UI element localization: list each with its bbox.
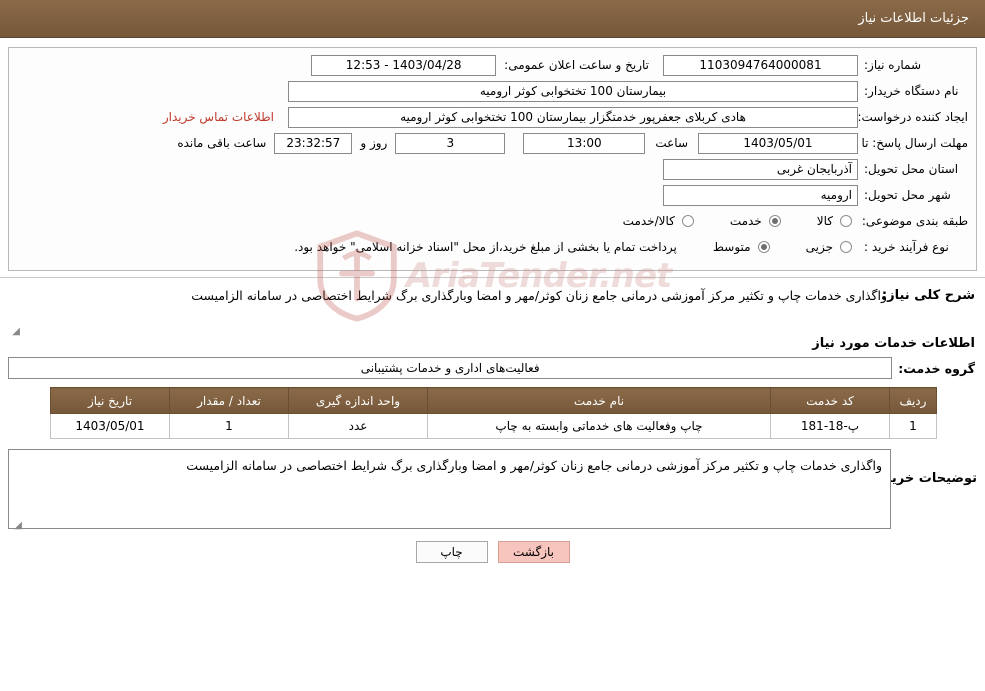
divider-1 (0, 277, 985, 278)
buyer-notes-block: توضیحات خریدار: واگذاری خدمات چاپ و تکثی… (8, 449, 977, 531)
col-header-unit: واحد اندازه گیری (288, 387, 428, 414)
creator-label: ایجاد کننده درخواست: (857, 110, 968, 124)
purchase-type-option-medium-label: متوسط (712, 240, 751, 254)
action-buttons: بازگشت چاپ (0, 541, 985, 563)
row-buyer-org: نام دستگاه خریدار: بیمارستان 100 تختخواب… (17, 80, 968, 102)
table-header-row: ردیف کد خدمت نام خدمت واحد اندازه گیری ت… (50, 387, 937, 414)
hour-label: ساعت (655, 136, 688, 150)
category-option-goods-label: کالا (816, 214, 833, 228)
general-description-text: واگذاری خدمات چاپ و تکثیر مرکز آموزشی در… (8, 286, 891, 337)
radio-icon-service[interactable] (768, 215, 781, 227)
radio-icon-goods[interactable] (840, 215, 852, 227)
cell-row: 1 (889, 413, 937, 439)
services-section-title: اطلاعات خدمات مورد نیاز (812, 336, 975, 351)
radio-icon-goods-service[interactable] (681, 215, 694, 227)
buyer-notes-text: واگذاری خدمات چاپ و تکثیر مرکز آموزشی در… (186, 458, 882, 473)
print-button[interactable]: چاپ (415, 541, 488, 563)
col-header-date: تاریخ نیاز (50, 387, 170, 414)
col-header-row: ردیف (889, 387, 937, 414)
row-category: طبقه بندی موضوعی: کالا خدمت کالا/خدمت (17, 210, 968, 232)
cell-unit: عدد (288, 413, 428, 439)
general-description-value: واگذاری خدمات چاپ و تکثیر مرکز آموزشی در… (191, 288, 887, 303)
resize-grip-icon[interactable]: ◢ (10, 322, 20, 337)
remaining-time-label: ساعت باقی مانده (177, 136, 267, 150)
purchase-type-label: نوع فرآیند خرید : (864, 240, 949, 254)
col-header-qty: تعداد / مقدار (169, 387, 289, 414)
city-label: شهر محل تحویل: (864, 188, 951, 202)
category-radio-service[interactable]: خدمت (720, 214, 781, 228)
general-description-block: شرح کلی نیاز: واگذاری خدمات چاپ و تکثیر … (8, 286, 975, 337)
buyer-contact-link[interactable]: اطلاعات تماس خریدار (163, 110, 274, 124)
deadline-hour-value: 13:00 (523, 132, 646, 154)
cell-date: 1403/05/01 (50, 413, 170, 439)
purchase-type-option-minor-label: جزیی (805, 240, 833, 254)
province-value: آذربایجان غربی (663, 158, 858, 180)
back-button[interactable]: بازگشت (497, 541, 570, 563)
deadline-label: مهلت ارسال پاسخ: تا تاریخ: (829, 135, 968, 150)
resize-grip-icon[interactable]: ◢ (12, 516, 22, 531)
cell-name: چاپ وفعالیت های خدماتی وابسته به چاپ (427, 413, 771, 439)
row-city: شهر محل تحویل: ارومیه (17, 184, 968, 206)
cell-code: پ-18-181 (770, 413, 890, 439)
row-deadline: مهلت ارسال پاسخ: تا تاریخ: 1403/05/01 سا… (17, 132, 968, 154)
province-label: استان محل تحویل: (864, 162, 959, 176)
page-header: جزئیات اطلاعات نیاز (0, 0, 985, 38)
buyer-notes-box: واگذاری خدمات چاپ و تکثیر مرکز آموزشی در… (8, 449, 891, 531)
service-group-row: گروه خدمت: فعالیت‌های اداری و خدمات پشتی… (8, 357, 975, 379)
category-option-service-label: خدمت (729, 214, 762, 228)
buyer-org-value: بیمارستان 100 تختخوابی کوثر ارومیه (288, 80, 858, 102)
services-table: ردیف کد خدمت نام خدمت واحد اندازه گیری ت… (50, 387, 937, 439)
category-radio-goods-service[interactable]: کالا/خدمت (613, 214, 694, 228)
cell-qty: 1 (169, 413, 289, 439)
general-description-label: شرح کلی نیاز: (881, 288, 975, 303)
row-purchase-type: نوع فرآیند خرید : جزیی متوسط پرداخت تمام… (17, 236, 968, 258)
need-number-label: شماره نیاز: (864, 58, 921, 72)
need-details-panel: شماره نیاز: 1103094764000081 تاریخ و ساع… (8, 47, 977, 271)
service-group-value: فعالیت‌های اداری و خدمات پشتیبانی (8, 357, 893, 379)
category-label: طبقه بندی موضوعی: (861, 214, 968, 228)
city-value: ارومیه (663, 184, 858, 206)
category-radio-goods[interactable]: کالا (807, 214, 852, 228)
row-creator: ایجاد کننده درخواست: هادی کربلای جعفرپور… (17, 106, 968, 128)
buyer-org-label: نام دستگاه خریدار: (864, 84, 959, 98)
remaining-time-value: 23:32:57 (274, 132, 353, 154)
page-title: جزئیات اطلاعات نیاز (858, 11, 969, 26)
purchase-type-radio-medium[interactable]: متوسط (703, 240, 770, 254)
creator-value: هادی کربلای جعفرپور خدمتگزار بیمارستان 1… (288, 106, 858, 128)
category-option-goods-service-label: کالا/خدمت (622, 214, 675, 228)
deadline-date-value: 1403/05/01 (698, 132, 858, 154)
purchase-note: پرداخت تمام یا بخشی از مبلغ خرید،از محل … (294, 240, 677, 254)
purchase-type-radio-minor[interactable]: جزیی (796, 240, 852, 254)
radio-icon-minor[interactable] (840, 241, 852, 253)
col-header-name: نام خدمت (427, 387, 771, 414)
table-row: 1 پ-18-181 چاپ وفعالیت های خدماتی وابسته… (50, 413, 937, 439)
announce-datetime-label: تاریخ و ساعت اعلان عمومی: (504, 58, 649, 72)
service-group-label: گروه خدمت: (898, 360, 975, 376)
remaining-days-value: 3 (395, 132, 506, 154)
announce-datetime-value: 1403/04/28 - 12:53 (311, 54, 497, 76)
row-need-number: شماره نیاز: 1103094764000081 تاریخ و ساع… (17, 54, 968, 76)
need-number-value: 1103094764000081 (663, 54, 858, 76)
days-label: روز و (360, 136, 388, 150)
row-province: استان محل تحویل: آذربایجان غربی (17, 158, 968, 180)
radio-icon-medium[interactable] (757, 241, 770, 253)
buyer-notes-label: توضیحات خریدار: (867, 471, 977, 486)
col-header-code: کد خدمت (770, 387, 890, 414)
